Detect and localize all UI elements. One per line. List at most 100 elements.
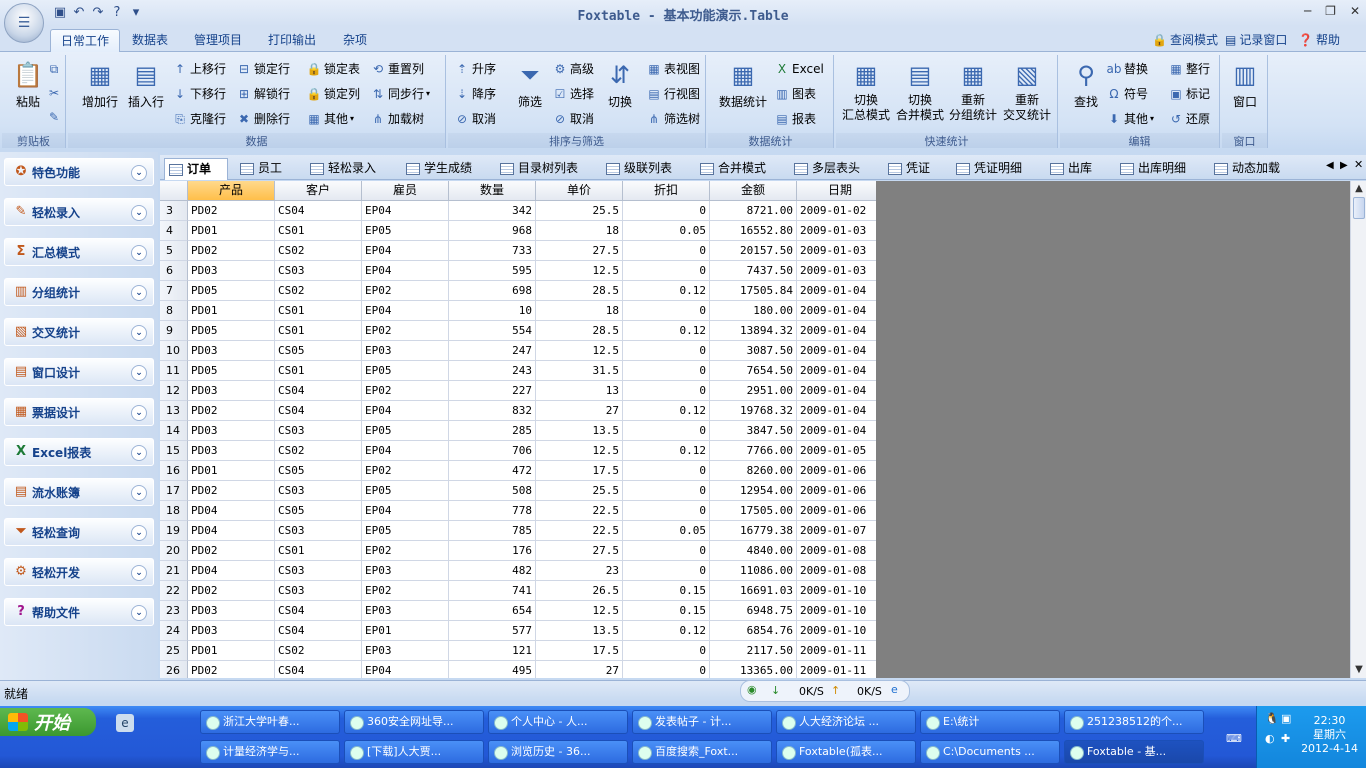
table-row[interactable]: 18 PD04 CS05 EP04 778 22.5 0 17505.00 2009-01-06 bbox=[160, 501, 876, 521]
grid-cell[interactable]: 2009-01-08 bbox=[797, 561, 876, 581]
row-number[interactable]: 23 bbox=[160, 601, 188, 621]
restore-icon[interactable]: ❐ bbox=[1325, 4, 1336, 18]
scroll-down-icon[interactable]: ▼ bbox=[1352, 663, 1366, 677]
grid-cell[interactable]: PD02 bbox=[188, 581, 275, 601]
grid-cell[interactable]: 12.5 bbox=[536, 341, 623, 361]
grid-cell[interactable]: 733 bbox=[449, 241, 536, 261]
grid-cell[interactable]: 2951.00 bbox=[710, 381, 797, 401]
table-row[interactable]: 19 PD04 CS03 EP05 785 22.5 0.05 16779.38 2009-01… bbox=[160, 521, 876, 541]
grid-cell[interactable]: EP04 bbox=[362, 401, 449, 421]
grid-cell[interactable]: 2009-01-11 bbox=[797, 641, 876, 661]
taskbar-button[interactable]: 浙江大学叶春... bbox=[200, 710, 340, 734]
record-window-button[interactable]: ▤ 记录窗口 bbox=[1225, 31, 1287, 48]
chevron-down-icon[interactable]: ⌄ bbox=[131, 165, 147, 181]
table-row[interactable]: 7 PD05 CS02 EP02 698 28.5 0.12 17505.84 2009-01-… bbox=[160, 281, 876, 301]
grid-cell[interactable]: 577 bbox=[449, 621, 536, 641]
grid-cell[interactable]: 2009-01-04 bbox=[797, 401, 876, 421]
grid-cell[interactable]: EP02 bbox=[362, 541, 449, 561]
grid-cell[interactable]: PD03 bbox=[188, 421, 275, 441]
sidebar-item-featured[interactable]: ✪ 特色功能 ⌄ bbox=[4, 158, 154, 186]
move-down-button[interactable]: ↓ 下移行 bbox=[172, 84, 226, 104]
grid-cell[interactable]: 2009-01-06 bbox=[797, 461, 876, 481]
grid-cell[interactable]: 2009-01-04 bbox=[797, 281, 876, 301]
grid-cell[interactable]: 6948.75 bbox=[710, 601, 797, 621]
grid-cell[interactable]: PD03 bbox=[188, 381, 275, 401]
row-number[interactable]: 25 bbox=[160, 641, 188, 661]
grid-cell[interactable]: 121 bbox=[449, 641, 536, 661]
tab-manage-project[interactable]: 管理项目 bbox=[184, 29, 252, 52]
grid-cell[interactable]: 0.15 bbox=[623, 601, 710, 621]
grid-cell[interactable]: 28.5 bbox=[536, 281, 623, 301]
table-row[interactable]: 13 PD02 CS04 EP04 832 27 0.12 19768.32 2009-01-0… bbox=[160, 401, 876, 421]
grid-cell[interactable]: 13365.00 bbox=[710, 661, 797, 678]
table-row[interactable]: 8 PD01 CS01 EP04 10 18 0 180.00 2009-01-04 bbox=[160, 301, 876, 321]
grid-cell[interactable]: 2009-01-06 bbox=[797, 501, 876, 521]
row-number[interactable]: 5 bbox=[160, 241, 188, 261]
column-header[interactable]: 金额 bbox=[710, 181, 797, 201]
tab-multi-header[interactable]: 多层表头 bbox=[790, 158, 860, 180]
column-header[interactable]: 雇员 bbox=[362, 181, 449, 201]
grid-cell[interactable]: 12.5 bbox=[536, 441, 623, 461]
table-row[interactable]: 24 PD03 CS04 EP01 577 13.5 0.12 6854.76 2009-01-… bbox=[160, 621, 876, 641]
lock-column-button[interactable]: 🔒 锁定列 bbox=[306, 84, 361, 104]
grid-cell[interactable]: 2009-01-04 bbox=[797, 421, 876, 441]
grid-cell[interactable]: 243 bbox=[449, 361, 536, 381]
grid-cell[interactable]: 2009-01-03 bbox=[797, 241, 876, 261]
switch-filter-button[interactable]: ⇵ 切换 bbox=[596, 59, 644, 110]
grid-cell[interactable]: 13 bbox=[536, 381, 623, 401]
grid-cell[interactable]: 2009-01-04 bbox=[797, 321, 876, 341]
whole-row-button[interactable]: ▦ 整行 bbox=[1168, 59, 1210, 79]
grid-cell[interactable]: 13894.32 bbox=[710, 321, 797, 341]
grid-cell[interactable]: CS03 bbox=[275, 421, 362, 441]
grid-cell[interactable]: EP03 bbox=[362, 561, 449, 581]
grid-cell[interactable]: EP02 bbox=[362, 281, 449, 301]
grid-cell[interactable]: 6854.76 bbox=[710, 621, 797, 641]
grid-cell[interactable]: PD01 bbox=[188, 301, 275, 321]
column-header[interactable]: 数量 bbox=[449, 181, 536, 201]
grid-cell[interactable]: EP04 bbox=[362, 661, 449, 678]
grid-cell[interactable]: CS03 bbox=[275, 521, 362, 541]
grid-cell[interactable]: 0 bbox=[623, 661, 710, 678]
taskbar-button[interactable]: C:\Documents ... bbox=[920, 740, 1060, 764]
tab-tree-list[interactable]: 目录树列表 bbox=[496, 158, 578, 180]
taskbar-button[interactable]: 251238512的个... bbox=[1064, 710, 1204, 734]
taskbar-button[interactable]: 发表帖子 - 计... bbox=[632, 710, 772, 734]
grid-cell[interactable]: PD02 bbox=[188, 241, 275, 261]
lock-row-button[interactable]: ⊟ 锁定行 bbox=[236, 59, 290, 79]
close-icon[interactable]: ✕ bbox=[1350, 4, 1360, 18]
table-row[interactable]: 4 PD01 CS01 EP05 968 18 0.05 16552.80 2009-01-03 bbox=[160, 221, 876, 241]
table-view-button[interactable]: ▦ 表视图 bbox=[646, 59, 700, 79]
volume-icon[interactable]: ◐ bbox=[1265, 732, 1275, 745]
grid-cell[interactable]: CS03 bbox=[275, 561, 362, 581]
grid-cell[interactable]: 22.5 bbox=[536, 521, 623, 541]
grid-cell[interactable]: PD02 bbox=[188, 481, 275, 501]
grid-cell[interactable]: 0.12 bbox=[623, 281, 710, 301]
grid-cell[interactable]: PD02 bbox=[188, 661, 275, 678]
taskbar-button[interactable]: 360安全网址导... bbox=[344, 710, 484, 734]
taskbar-button[interactable]: E:\统计 bbox=[920, 710, 1060, 734]
row-number[interactable]: 22 bbox=[160, 581, 188, 601]
grid-cell[interactable]: EP02 bbox=[362, 321, 449, 341]
row-number[interactable]: 19 bbox=[160, 521, 188, 541]
table-row[interactable]: 23 PD03 CS04 EP03 654 12.5 0.15 6948.75 2009-01-… bbox=[160, 601, 876, 621]
grid-cell[interactable]: 180.00 bbox=[710, 301, 797, 321]
add-row-button[interactable]: ▦ 增加行 bbox=[76, 59, 124, 110]
grid-cell[interactable]: 18 bbox=[536, 301, 623, 321]
row-number[interactable]: 11 bbox=[160, 361, 188, 381]
chevron-down-icon[interactable]: ⌄ bbox=[131, 445, 147, 461]
tab-outbound[interactable]: 出库 bbox=[1046, 158, 1092, 180]
column-header[interactable]: 单价 bbox=[536, 181, 623, 201]
row-number[interactable]: 18 bbox=[160, 501, 188, 521]
row-number[interactable]: 24 bbox=[160, 621, 188, 641]
grid-cell[interactable]: 27.5 bbox=[536, 241, 623, 261]
grid-cell[interactable]: 2009-01-04 bbox=[797, 381, 876, 401]
grid-cell[interactable]: 2009-01-07 bbox=[797, 521, 876, 541]
grid-cell[interactable]: 227 bbox=[449, 381, 536, 401]
grid-cell[interactable]: 25.5 bbox=[536, 201, 623, 221]
grid-cell[interactable]: 25.5 bbox=[536, 481, 623, 501]
grid-corner[interactable] bbox=[160, 181, 188, 201]
grid-cell[interactable]: 12.5 bbox=[536, 601, 623, 621]
grid-cell[interactable]: CS01 bbox=[275, 321, 362, 341]
grid-cell[interactable]: 20157.50 bbox=[710, 241, 797, 261]
table-row[interactable]: 6 PD03 CS03 EP04 595 12.5 0 7437.50 2009-01-03 bbox=[160, 261, 876, 281]
